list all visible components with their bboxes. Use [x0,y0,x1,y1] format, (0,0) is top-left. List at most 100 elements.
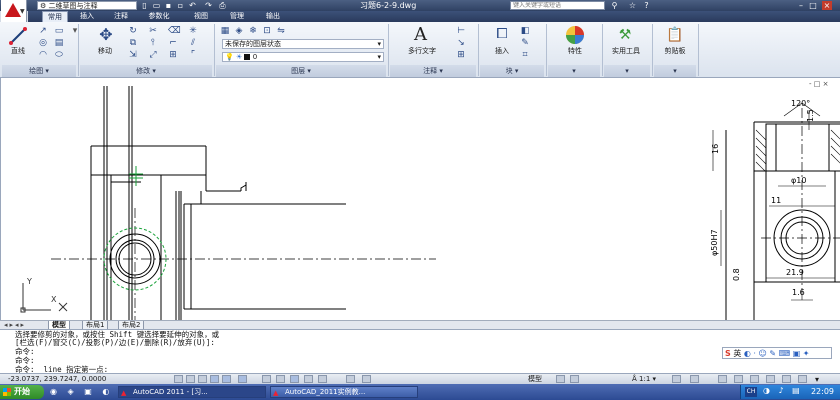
clipboard-panel-toggle[interactable]: ▾ [654,65,696,77]
start-button[interactable]: 开始 [0,385,44,399]
offset-icon[interactable]: ⫽ [188,38,198,48]
close-button[interactable]: × [822,1,832,10]
selection-cycling-icon[interactable] [346,375,355,383]
layer-match-icon[interactable]: ⇋ [276,26,286,36]
language-indicator[interactable]: CH [745,387,757,397]
move-button-label[interactable]: 移动 [92,46,118,56]
dim-roughness-left[interactable]: 0.8 [732,268,741,281]
explode-icon[interactable]: ✳ [188,26,198,36]
drawing-svg[interactable]: 120° 1.5 16 φ10 11 φ50H7 21.9 0.8 1.6 Y … [1,78,840,320]
quick-view-drawings-icon[interactable] [570,375,579,383]
polyline-icon[interactable]: ↗ [38,26,48,36]
dimension-icon[interactable]: ⊢ [456,26,466,36]
multiline-text-icon[interactable]: A [414,24,427,45]
table-icon[interactable]: ⊞ [456,50,466,60]
trim-icon[interactable]: ✂ [148,26,158,36]
new-file-icon[interactable]: ▯ [140,1,149,10]
stretch-icon[interactable]: ⇲ [128,50,138,60]
workspace-dropdown[interactable]: ⚙ 二维草图与注释 [37,1,137,10]
hatch-icon[interactable]: ▤ [54,38,64,48]
leader-icon[interactable]: ↘ [456,38,466,48]
layout-nav-arrows[interactable]: ◂▸◂▸ [4,321,26,329]
save-as-icon[interactable]: ▫ [176,1,185,10]
dim-roughness-bottom[interactable]: 1.6 [792,288,805,297]
utilities-button-label[interactable]: 实用工具 [604,46,648,56]
search-icon[interactable]: ⚲ [610,1,619,10]
hardware-acceleration-icon[interactable] [750,375,759,383]
rectangle-icon[interactable]: ▭ [54,26,64,36]
dyn-toggle-icon[interactable] [276,375,285,383]
ellipse-icon[interactable]: ⬭ [54,50,64,60]
fillet-icon[interactable]: ⌐ [168,38,178,48]
workspace-switch-icon[interactable] [718,375,727,383]
taskbar-item-autocad[interactable]: ▲ AutoCAD 2011 - [习... [118,386,266,398]
lock-ui-icon[interactable] [734,375,743,383]
utilities-panel-toggle[interactable]: ▾ [604,65,650,77]
chamfer-icon[interactable]: ⌜ [188,50,198,60]
isolate-objects-icon[interactable] [766,375,775,383]
lineweight-toggle-icon[interactable] [290,375,299,383]
auto-scale-icon[interactable] [690,375,699,383]
drawing-canvas[interactable]: 120° 1.5 16 φ10 11 φ50H7 21.9 0.8 1.6 Y … [0,78,840,320]
dim-width[interactable]: 11 [771,196,781,205]
star-icon[interactable]: ☆ [628,1,637,10]
osnap-toggle-icon[interactable] [222,375,231,383]
properties-panel-toggle[interactable]: ▾ [548,65,600,77]
tab-parametric[interactable]: 参数化 [140,11,178,22]
dim-hole-diameter[interactable]: φ10 [791,176,806,185]
dim-angle[interactable]: 120° [791,99,810,108]
ortho-toggle-icon[interactable] [198,375,207,383]
taskbar-item-tutorial[interactable]: ▲ AutoCAD_2011实例教... [270,386,418,398]
transparency-toggle-icon[interactable] [304,375,313,383]
tab-annotate[interactable]: 注释 [108,11,134,22]
command-line[interactable]: 选择要修剪的对象，或按住 Shift 键选择要延伸的对象，或 [栏选(F)/窗交… [0,329,840,374]
tab-home[interactable]: 常用 [42,11,68,22]
annotation-monitor-icon[interactable] [362,375,371,383]
viewport-controls[interactable]: ‑ □ × [809,80,837,88]
tray-icons[interactable]: ◑ ♪ ▤ [763,386,803,395]
create-block-icon[interactable]: ◧ [520,26,530,36]
utilities-icon[interactable]: ⚒ [616,26,634,44]
tab-insert[interactable]: 插入 [74,11,100,22]
mtext-button-label[interactable]: 多行文字 [398,46,446,56]
dim-thread-depth[interactable]: 1.5 [806,109,815,122]
save-icon[interactable]: ▪ [164,1,173,10]
mirror-icon[interactable]: ⫯ [148,38,158,48]
block-panel-label[interactable]: 块 ▾ [480,65,544,77]
erase-icon[interactable]: ⌫ [168,26,181,36]
otrack-toggle-icon[interactable] [238,375,247,383]
draw-panel-label[interactable]: 绘图 ▾ [2,65,76,77]
undo-icon[interactable]: ↶ [188,1,197,10]
layer-isolate-icon[interactable]: ◈ [234,26,244,36]
tab-manage[interactable]: 管理 [224,11,250,22]
quick-launch-icons[interactable]: ◉ ◈ ▣ ◐ [50,387,113,396]
attribute-icon[interactable]: ⌗ [520,50,530,60]
line-button-label[interactable]: 直线 [5,46,31,56]
line-icon[interactable] [8,26,28,46]
ducs-toggle-icon[interactable] [262,375,271,383]
rotate-icon[interactable]: ↻ [128,26,138,36]
annotation-visibility-icon[interactable] [672,375,681,383]
quick-properties-icon[interactable] [318,375,327,383]
layer-state-dropdown[interactable]: 未保存的图层状态 ▾ [222,39,384,49]
polar-toggle-icon[interactable] [210,375,219,383]
layer-freeze-icon[interactable]: ❄ [248,26,258,36]
array-icon[interactable]: ⊞ [168,50,178,60]
dim-height[interactable]: 16 [711,144,720,154]
status-menu-icon[interactable] [782,375,791,383]
maximize-button[interactable]: □ [808,1,818,10]
ime-toolbar[interactable]: S 英 ◐ · ☺ ✎ ⌨ ▣ ✦ [722,347,832,359]
redo-icon[interactable]: ↷ [204,1,213,10]
modify-panel-label[interactable]: 修改 ▾ [80,65,212,77]
help-icon[interactable]: ? [642,1,651,10]
application-menu-button[interactable]: ▼ [1,0,27,24]
dim-depth[interactable]: 21.9 [786,268,804,277]
clean-screen-icon[interactable] [798,375,807,383]
snap-toggle-icon[interactable] [174,375,183,383]
open-folder-icon[interactable]: ▭ [152,1,161,10]
clipboard-icon[interactable]: 📋 [666,26,684,44]
insert-block-icon[interactable]: ⧠ [494,26,510,42]
edit-block-icon[interactable]: ✎ [520,38,530,48]
move-icon[interactable]: ✥ [97,26,115,44]
layer-dropdown[interactable]: 💡 ☀ 0 ▾ [222,52,384,62]
